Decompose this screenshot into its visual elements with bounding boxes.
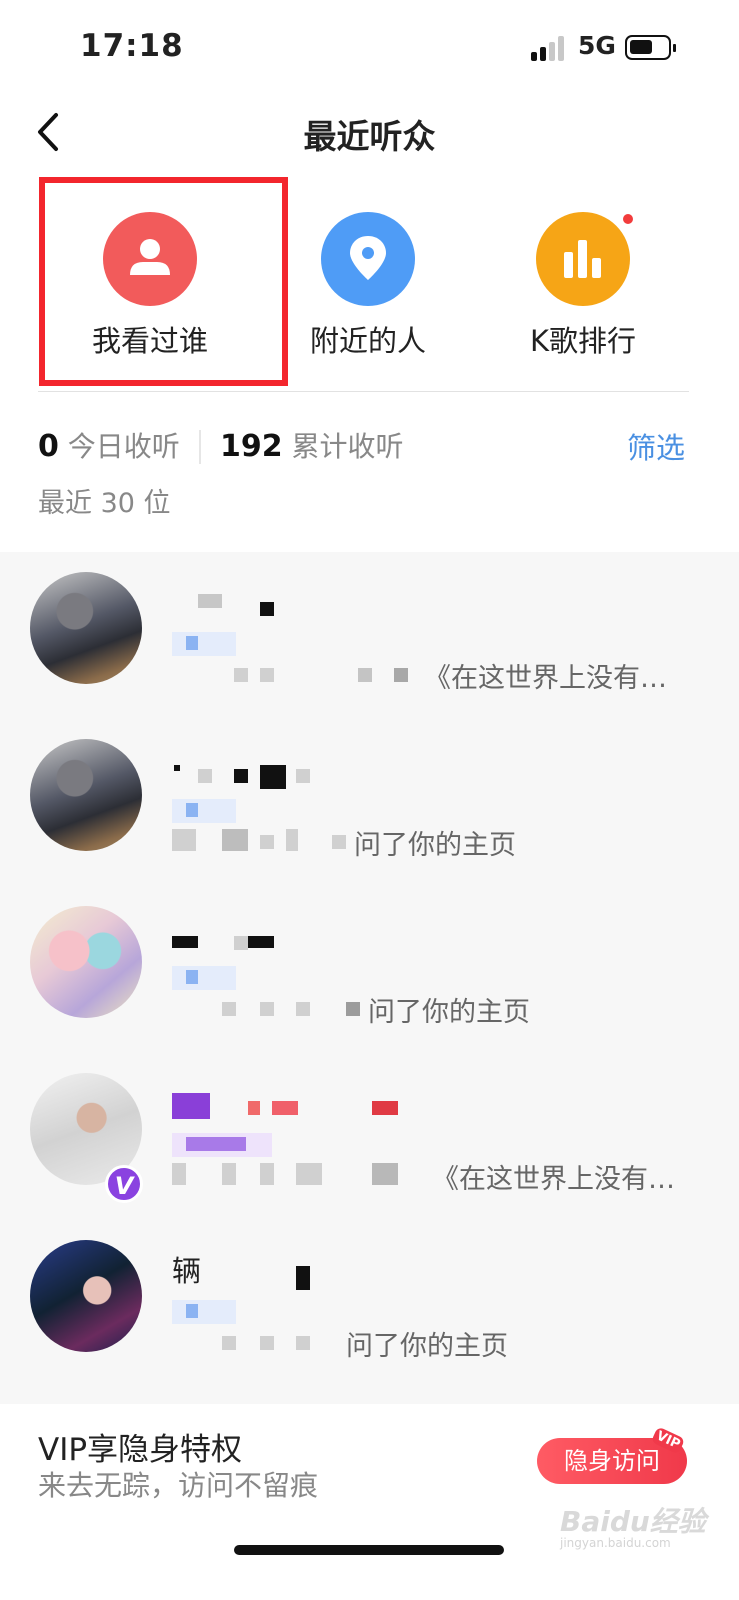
stat-separator xyxy=(199,430,201,464)
total-listen-stat: 192 累计收听 xyxy=(220,425,404,465)
divider xyxy=(38,391,689,392)
total-count: 192 xyxy=(220,429,283,464)
today-listen-stat: 0 今日收听 xyxy=(38,425,180,465)
listener-desc: 《在这世界上没有… xyxy=(172,654,692,694)
listener-desc: 问了你的主页 xyxy=(172,1322,692,1362)
notification-dot xyxy=(621,212,635,226)
entry-label: K歌排行 xyxy=(529,324,637,358)
listener-desc: 问了你的主页 xyxy=(172,988,692,1028)
filter-button[interactable]: 筛选 xyxy=(627,425,685,467)
listener-tag xyxy=(172,966,236,990)
signal-icon xyxy=(531,35,571,61)
vip-title: VIP享隐身特权 xyxy=(38,1432,243,1468)
listener-row[interactable]: 问了你的主页 xyxy=(0,719,739,884)
location-pin-icon xyxy=(321,212,415,306)
watermark-logo: Baidu经验 xyxy=(560,1505,706,1538)
total-label: 累计收听 xyxy=(291,430,404,463)
listener-desc: 《在这世界上没有… xyxy=(172,1155,692,1195)
listener-name xyxy=(172,914,412,950)
page-title: 最近听众 xyxy=(303,117,436,156)
vip-subtitle: 来去无踪，访问不留痕 xyxy=(38,1469,319,1502)
entry-k-song-ranking[interactable]: K歌排行 xyxy=(463,180,703,380)
listener-name xyxy=(172,747,412,789)
listener-name: 辆 xyxy=(172,1248,412,1290)
today-count: 0 xyxy=(38,429,59,464)
listener-name xyxy=(172,1081,412,1119)
highlight-box xyxy=(39,177,288,386)
avatar xyxy=(30,1240,142,1352)
listener-tag xyxy=(172,632,236,656)
listener-row[interactable]: 《在这世界上没有… xyxy=(0,552,739,717)
listener-desc: 问了你的主页 xyxy=(172,821,692,861)
recent-count: 最近 30 位 xyxy=(38,488,171,519)
today-label: 今日收听 xyxy=(67,430,180,463)
listener-tag xyxy=(172,1133,272,1157)
bar-chart-icon xyxy=(536,212,630,306)
listener-name xyxy=(172,580,412,616)
watermark-url: jingyan.baidu.com xyxy=(560,1536,671,1550)
avatar xyxy=(30,572,142,684)
network-label: 5G xyxy=(578,31,616,60)
avatar xyxy=(30,906,142,1018)
battery-icon xyxy=(625,35,676,60)
status-bar: 17:18 5G xyxy=(0,0,739,100)
listener-row[interactable]: V 《在这世界上没有… xyxy=(0,1053,739,1218)
listener-row[interactable]: 辆 问了你的主页 xyxy=(0,1220,739,1385)
vip-badge: V xyxy=(105,1165,143,1203)
listener-tag xyxy=(172,1300,236,1324)
avatar xyxy=(30,739,142,851)
home-indicator[interactable] xyxy=(234,1545,504,1555)
status-time: 17:18 xyxy=(80,28,184,64)
listener-row[interactable]: 问了你的主页 xyxy=(0,886,739,1051)
listener-tag xyxy=(172,799,236,823)
